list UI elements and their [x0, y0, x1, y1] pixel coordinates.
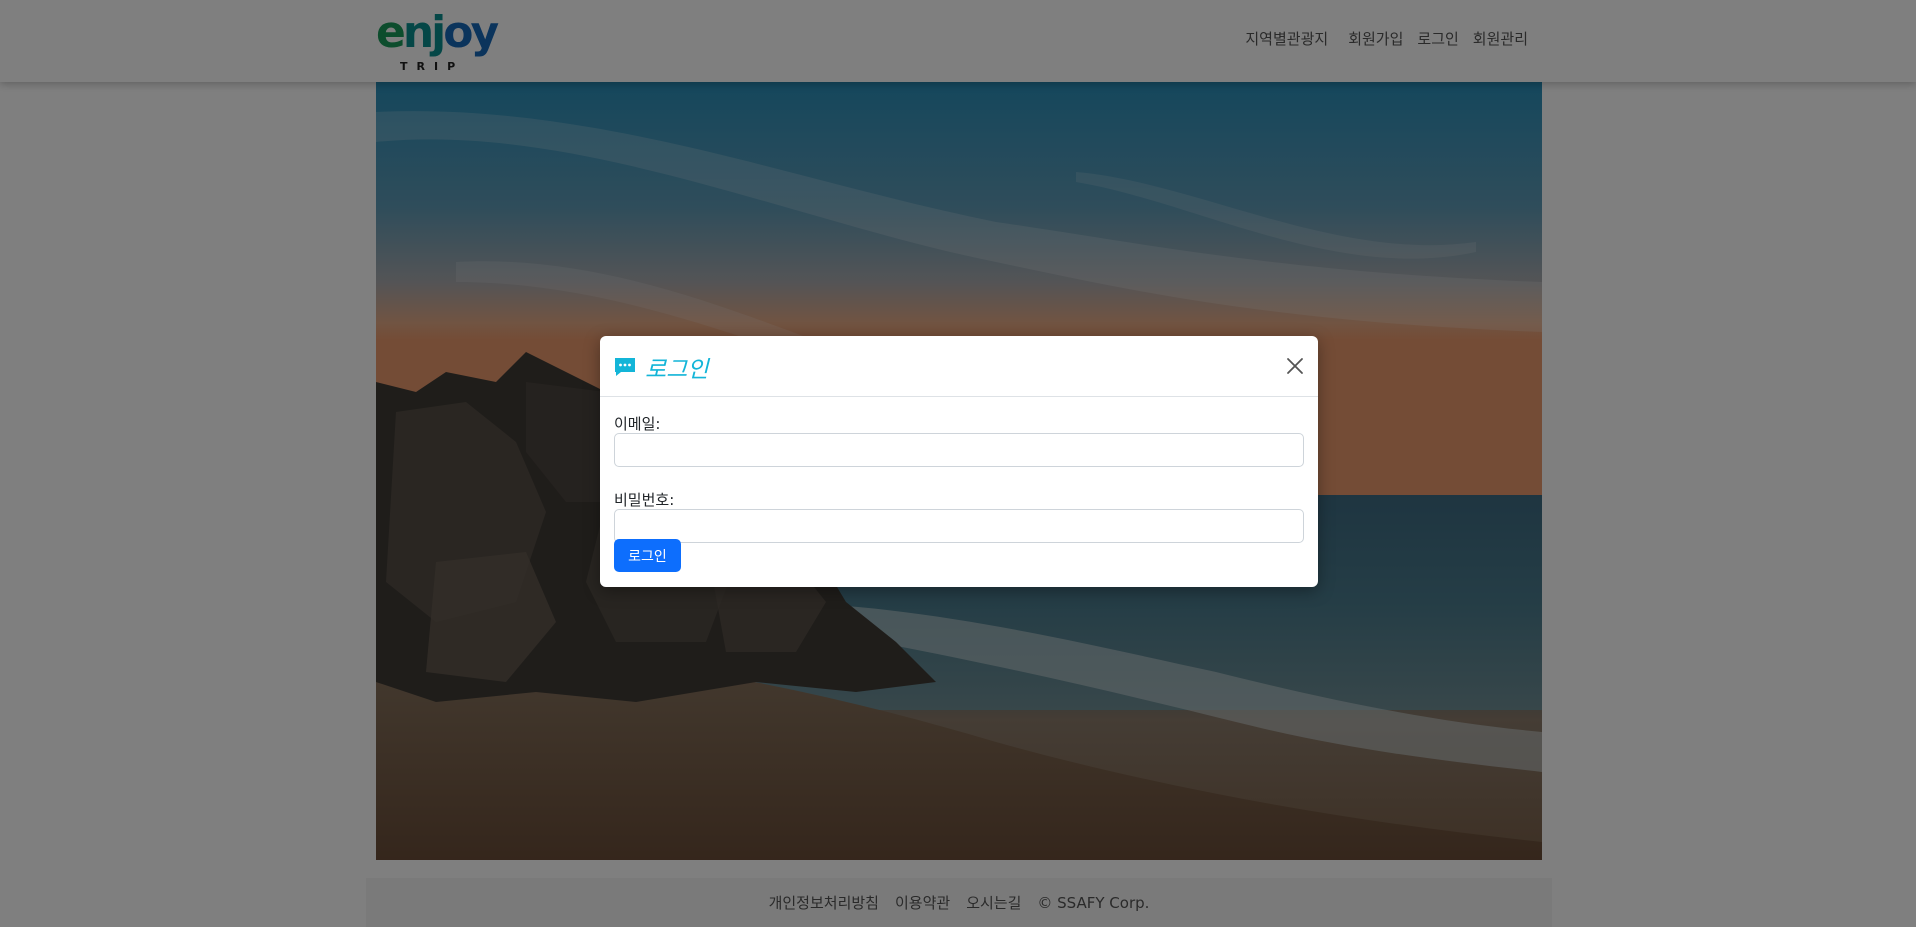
login-submit-button[interactable]: 로그인: [614, 539, 681, 572]
password-field[interactable]: [614, 509, 1304, 543]
modal-body: 이메일: 비밀번호:: [614, 397, 1304, 543]
password-label: 비밀번호:: [614, 491, 675, 509]
email-label: 이메일:: [614, 415, 661, 433]
close-icon[interactable]: [1284, 355, 1306, 377]
email-field[interactable]: [614, 433, 1304, 467]
modal-title: 로그인: [613, 350, 708, 384]
chat-dots-icon: [613, 355, 637, 379]
login-modal: 로그인 이메일: 비밀번호: 로그인: [600, 336, 1318, 587]
modal-header: 로그인: [600, 336, 1318, 397]
page: enjoy TRIP 지역별관광지 회원가입 로그인 회원관리: [0, 0, 1916, 927]
modal-title-text: 로그인: [645, 357, 709, 383]
